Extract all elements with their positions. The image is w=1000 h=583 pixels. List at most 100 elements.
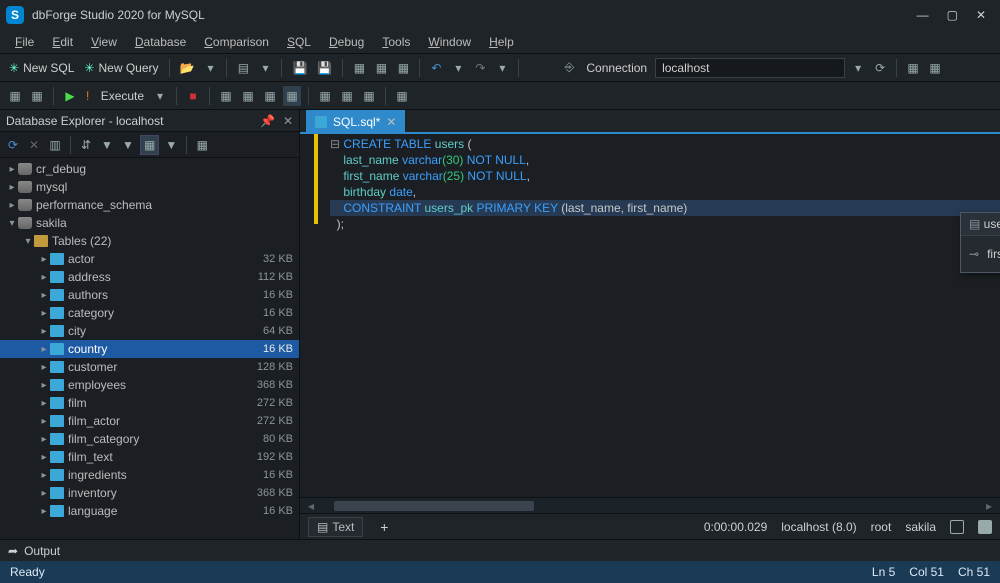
window-controls: — ▢ ✕ (917, 8, 1000, 22)
new-icon[interactable]: ▥ (46, 135, 64, 155)
menu-view[interactable]: View (84, 32, 124, 52)
scrollbar-thumb[interactable] (334, 501, 534, 511)
tree-node-country[interactable]: ▸country16 KB (0, 340, 299, 358)
tool-icon[interactable]: ▦ (217, 86, 235, 106)
menu-database[interactable]: Database (128, 32, 193, 52)
menu-debug[interactable]: Debug (322, 32, 371, 52)
history-icon[interactable]: ▦ (28, 86, 46, 106)
tree-node-address[interactable]: ▸address112 KB (0, 268, 299, 286)
menu-edit[interactable]: Edit (45, 32, 80, 52)
tool-icon[interactable]: ▦ (239, 86, 257, 106)
tree-node-cr-debug[interactable]: ▸cr_debug (0, 160, 299, 178)
tree-node-film-actor[interactable]: ▸film_actor272 KB (0, 412, 299, 430)
tree-node-film[interactable]: ▸film272 KB (0, 394, 299, 412)
redo-icon[interactable]: ↷ (471, 58, 489, 78)
tool-icon[interactable]: ▦ (372, 58, 390, 78)
layout-icon[interactable] (978, 520, 992, 534)
sql-file-icon (315, 116, 327, 128)
menu-tools[interactable]: Tools (375, 32, 417, 52)
run-icon[interactable]: ▶ (61, 86, 79, 106)
dropdown-icon[interactable]: ▾ (201, 58, 219, 78)
tool-icon[interactable]: ▦ (360, 86, 378, 106)
titlebar: S dbForge Studio 2020 for MySQL — ▢ ✕ (0, 0, 1000, 30)
pin-icon[interactable]: 📌 (260, 114, 275, 128)
close-button[interactable]: ✕ (976, 8, 986, 22)
dropdown-icon[interactable]: ▾ (493, 58, 511, 78)
execute-button[interactable]: ! Execute (83, 86, 147, 106)
open-icon[interactable]: 📂 (177, 58, 198, 78)
connection-input[interactable] (655, 58, 845, 78)
tree[interactable]: ▸cr_debug▸mysql▸performance_schema▾sakil… (0, 158, 299, 539)
tree-node-language[interactable]: ▸language16 KB (0, 502, 299, 520)
menu-file[interactable]: File (8, 32, 41, 52)
tool-icon[interactable]: ▼ (119, 135, 137, 155)
tree-node-employees[interactable]: ▸employees368 KB (0, 376, 299, 394)
close-icon[interactable]: ✕ (283, 114, 293, 128)
autocomplete-popup[interactable]: ▤ users.first_name (Column) ⊸ first_name… (960, 212, 1000, 273)
app-logo: S (6, 6, 24, 24)
refresh-icon[interactable]: ⟳ (871, 58, 889, 78)
menu-comparison[interactable]: Comparison (197, 32, 276, 52)
tab-sql[interactable]: SQL.sql* ✕ (306, 110, 405, 132)
undo-icon[interactable]: ↶ (427, 58, 445, 78)
minimize-button[interactable]: — (917, 8, 929, 22)
screen-icon[interactable] (950, 520, 964, 534)
save-all-icon[interactable]: 💾 (314, 58, 335, 78)
tool-icon[interactable]: ▼ (98, 135, 116, 155)
tree-node-city[interactable]: ▸city64 KB (0, 322, 299, 340)
tool-icon[interactable]: ▦ (193, 135, 211, 155)
tree-node-ingredients[interactable]: ▸ingredients16 KB (0, 466, 299, 484)
output-panel-header[interactable]: ➦ Output (0, 539, 1000, 561)
dropdown-icon[interactable]: ▾ (849, 58, 867, 78)
history-icon[interactable]: ▦ (6, 86, 24, 106)
dropdown-icon[interactable]: ▾ (256, 58, 274, 78)
sql-icon[interactable]: ▤ (234, 58, 252, 78)
change-marker (314, 134, 318, 224)
tree-node-mysql[interactable]: ▸mysql (0, 178, 299, 196)
layout-icon[interactable]: ▦ (140, 135, 159, 155)
exec-time: 0:00:00.029 (704, 520, 767, 534)
tree-node-film-text[interactable]: ▸film_text192 KB (0, 448, 299, 466)
tree-node-film-category[interactable]: ▸film_category80 KB (0, 430, 299, 448)
filter-icon[interactable]: ▼ (162, 135, 180, 155)
tree-node-inventory[interactable]: ▸inventory368 KB (0, 484, 299, 502)
save-icon[interactable]: 💾 (289, 58, 310, 78)
tool-icon[interactable]: ▦ (393, 86, 411, 106)
close-icon[interactable]: ✕ (386, 115, 396, 129)
tool-icon[interactable]: ▦ (350, 58, 368, 78)
tree-node-sakila[interactable]: ▾sakila (0, 214, 299, 232)
connection-icon[interactable]: ⎆ (560, 58, 578, 78)
user-label: root (871, 520, 892, 534)
menu-help[interactable]: Help (482, 32, 521, 52)
autocomplete-item[interactable]: ⊸ first_name varchar(25) NOT NULL (961, 236, 1000, 272)
server-label: localhost (8.0) (781, 520, 856, 534)
tree-node-performance-schema[interactable]: ▸performance_schema (0, 196, 299, 214)
dropdown-icon[interactable]: ▾ (449, 58, 467, 78)
tool-icon[interactable]: ▦ (926, 58, 944, 78)
tool-icon[interactable]: ▦ (283, 86, 301, 106)
tree-node-customer[interactable]: ▸customer128 KB (0, 358, 299, 376)
tree-node-authors[interactable]: ▸authors16 KB (0, 286, 299, 304)
tab-text[interactable]: ▤ Text (308, 517, 363, 537)
tool-icon[interactable]: ⇵ (77, 135, 95, 155)
tool-icon[interactable]: ▦ (261, 86, 279, 106)
tool-icon[interactable]: ▦ (394, 58, 412, 78)
tool-icon[interactable]: ▦ (316, 86, 334, 106)
tool-icon[interactable]: ▦ (904, 58, 922, 78)
new-query-button[interactable]: ✳New Query (81, 58, 161, 78)
refresh-icon[interactable]: ⟳ (4, 135, 22, 155)
tree-node-actor[interactable]: ▸actor32 KB (0, 250, 299, 268)
delete-icon[interactable]: ✕ (25, 135, 43, 155)
maximize-button[interactable]: ▢ (947, 8, 958, 22)
tree-node-category[interactable]: ▸category16 KB (0, 304, 299, 322)
code-editor[interactable]: ⊟ CREATE TABLE users ( last_name varchar… (300, 134, 1000, 497)
stop-icon[interactable]: ■ (184, 86, 202, 106)
dropdown-icon[interactable]: ▾ (151, 86, 169, 106)
add-tab-button[interactable]: + (373, 517, 395, 537)
menu-sql[interactable]: SQL (280, 32, 318, 52)
menu-window[interactable]: Window (421, 32, 478, 52)
tree-node-tables-22-[interactable]: ▾Tables (22) (0, 232, 299, 250)
tool-icon[interactable]: ▦ (338, 86, 356, 106)
new-sql-button[interactable]: ✳New SQL (6, 58, 77, 78)
horizontal-scrollbar[interactable]: ◂ ▸ (300, 497, 1000, 513)
